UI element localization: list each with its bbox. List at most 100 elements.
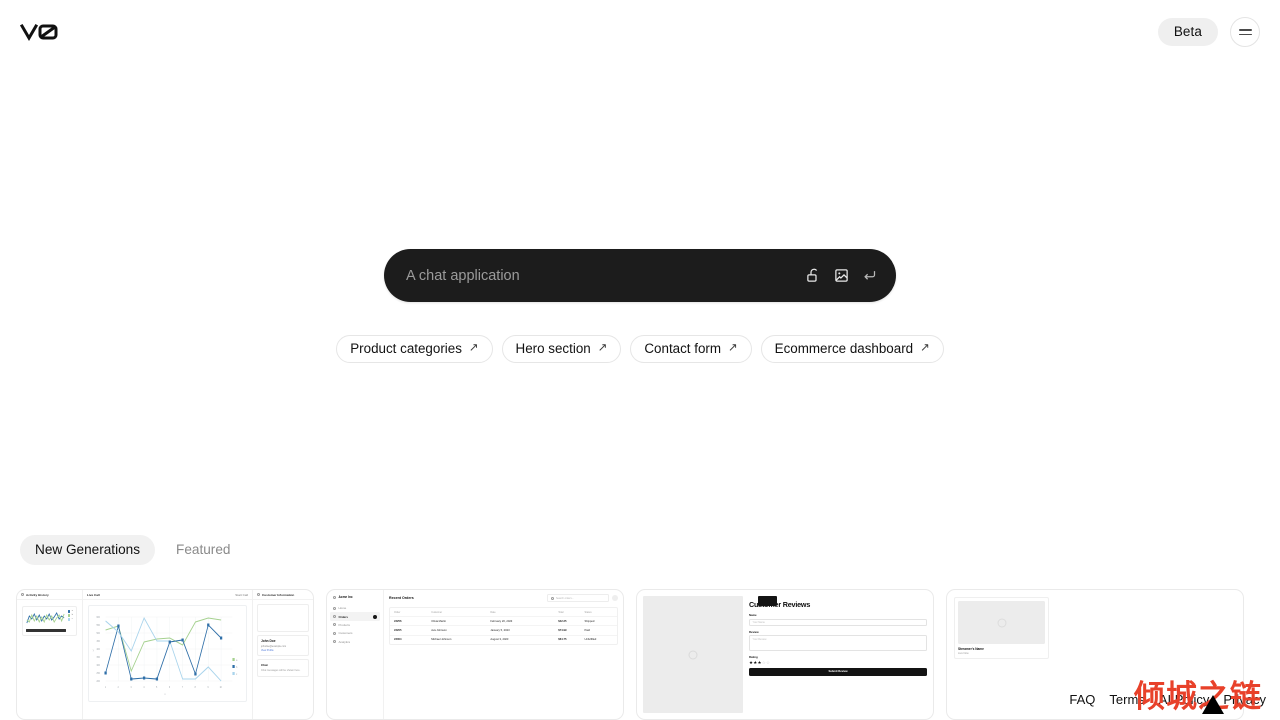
table-row[interactable]: #3256 Olivia Martin February 20, 2023 $4… (390, 617, 617, 627)
tab-new-generations[interactable]: New Generations (20, 535, 156, 565)
streamer-status: Live Now (958, 652, 969, 655)
line-chart-svg: 600 550 500 450 400 350 300 250 200 1 2 3 4 5 6 7 8… (93, 616, 238, 696)
prompt-area: Product categories ↗ Hero section ↗ Cont… (336, 249, 944, 364)
sidebar-item-label: Customers (338, 631, 353, 636)
svg-text:550: 550 (97, 625, 101, 627)
streamer-name: Streamer's Name (958, 647, 984, 651)
customer-email: johndoe@example.com (261, 644, 287, 648)
sidebar-item-label: Analytics (338, 639, 351, 644)
svg-text:5: 5 (156, 687, 158, 689)
chart-icon (333, 640, 336, 644)
generation-card-customer-reviews[interactable]: Customer Reviews Name Your Name Review Y… (636, 589, 934, 720)
sparkline-bars (26, 629, 66, 632)
svg-text:1: 1 (105, 687, 107, 689)
chat-title: Chat (261, 663, 268, 667)
legend-item: a (67, 610, 73, 613)
suggestion-chip-hero-section[interactable]: Hero section ↗ (501, 335, 622, 364)
cell-customer: Olivia Martin (431, 619, 447, 623)
chip-label: Hero section (515, 341, 591, 356)
sidebar-item-orders[interactable]: Orders (330, 612, 380, 621)
product-image-placeholder (643, 596, 743, 713)
live-call-panel: Live Call Start Call 600 550 500 450 400… (83, 590, 253, 719)
live-call-title: Live Call (87, 592, 100, 597)
customer-information-title: Customer Information (262, 592, 295, 597)
svg-text:x: x (164, 694, 166, 696)
suggestion-chip-contact-form[interactable]: Contact form ↗ (630, 335, 752, 364)
legend-item: c (67, 618, 73, 621)
suggestion-chip-ecommerce-dashboard[interactable]: Ecommerce dashboard ↗ (760, 335, 944, 364)
avatar[interactable] (612, 595, 618, 601)
generation-card-support-dashboard[interactable]: Activity History a b c Live Call Start C… (16, 589, 314, 720)
cell-order: #3004 (394, 638, 402, 642)
suggestion-chips: Product categories ↗ Hero section ↗ Cont… (336, 335, 944, 364)
table-row[interactable]: #3004 Michael Johnson August 3, 2023 $64… (390, 636, 617, 644)
cell-customer: Michael Johnson (431, 638, 452, 642)
brand-logo-block (758, 596, 777, 606)
customer-information-header: Customer Information (253, 590, 313, 600)
customer-information-panel: Customer Information John Doe johndoe@ex… (253, 590, 313, 719)
review-textarea[interactable]: Your Review (749, 635, 927, 651)
unlock-icon[interactable] (805, 267, 822, 284)
prompt-actions (805, 267, 878, 284)
hamburger-menu-button[interactable] (1230, 17, 1260, 47)
svg-text:c: c (236, 674, 237, 676)
suggestion-chip-product-categories[interactable]: Product categories ↗ (336, 335, 493, 364)
footer-link-terms[interactable]: Terms (1109, 693, 1144, 706)
sidebar-item-products[interactable]: Products (330, 621, 380, 629)
svg-text:10: 10 (220, 687, 223, 689)
name-input[interactable]: Your Name (749, 618, 927, 626)
acme-main: Recent Orders Search orders... Order Cus… (384, 590, 623, 719)
image-icon[interactable] (833, 267, 850, 284)
clock-icon (21, 593, 24, 596)
footer-link-faq[interactable]: FAQ (1069, 693, 1095, 706)
user-icon (257, 593, 260, 596)
rating-stars[interactable]: ★★★☆☆ (749, 660, 927, 665)
sidebar-item-customers[interactable]: Customers (330, 629, 380, 637)
svg-text:200: 200 (97, 681, 101, 683)
chip-label: Product categories (350, 341, 462, 356)
chat-box: Chat Chat messages will be shown here. (257, 659, 309, 677)
cell-customer: Ava Johnson (431, 628, 447, 632)
customer-profile-box: John Doe johndoe@example.com View Profil… (257, 635, 309, 656)
v0-logo[interactable] (20, 19, 62, 45)
app-header: Beta (0, 0, 1280, 64)
column-header-status: Status (584, 610, 592, 614)
acme-brand: Acme Inc (330, 594, 380, 604)
footer-link-privacy[interactable]: Privacy (1223, 693, 1266, 706)
image-placeholder-icon (688, 650, 698, 659)
prompt-input[interactable] (406, 267, 805, 284)
search-icon (551, 596, 554, 600)
cell-status: Shipped (584, 619, 595, 623)
gallery-tabs: New Generations Featured (20, 535, 245, 565)
search-input[interactable]: Search orders... (547, 594, 609, 602)
enter-return-icon[interactable] (861, 267, 878, 284)
svg-text:7: 7 (182, 687, 184, 689)
activity-history-title: Activity History (26, 592, 49, 597)
activity-history-panel: Activity History a b c (17, 590, 83, 719)
name-label: Name (749, 613, 757, 617)
sidebar-item-label: Home (338, 606, 347, 611)
svg-text:6: 6 (169, 687, 171, 689)
legend-label: c (71, 618, 73, 621)
v0-logo-icon (20, 23, 58, 41)
tab-featured[interactable]: Featured (161, 535, 245, 565)
live-call-header: Live Call Start Call (83, 590, 252, 600)
orders-badge (373, 614, 377, 619)
generation-card-acme-orders[interactable]: Acme Inc Home Orders Products Customers (326, 589, 624, 720)
streamer-tile[interactable]: Streamer's Name Live Now (954, 597, 1049, 659)
sidebar-item-analytics[interactable]: Analytics (330, 638, 380, 646)
start-call-button[interactable]: Start Call (235, 593, 248, 597)
prompt-box[interactable] (384, 249, 896, 302)
sidebar-item-home[interactable]: Home (330, 604, 380, 612)
image-placeholder-icon (997, 618, 1006, 627)
table-row[interactable]: #3205 Ava Johnson January 5, 2023 $74.99… (390, 626, 617, 636)
box-icon (333, 623, 336, 627)
submit-review-button[interactable]: Submit Review (749, 667, 927, 676)
arrow-up-right-icon: ↗ (597, 341, 608, 354)
view-profile-link[interactable]: View Profile (261, 649, 305, 652)
header-actions: Beta (1157, 17, 1260, 47)
chat-empty-text: Chat messages will be shown here. (261, 669, 301, 672)
cell-order: #3205 (394, 628, 402, 632)
legend-label: a (71, 610, 73, 613)
sidebar-item-label: Orders (338, 614, 348, 619)
